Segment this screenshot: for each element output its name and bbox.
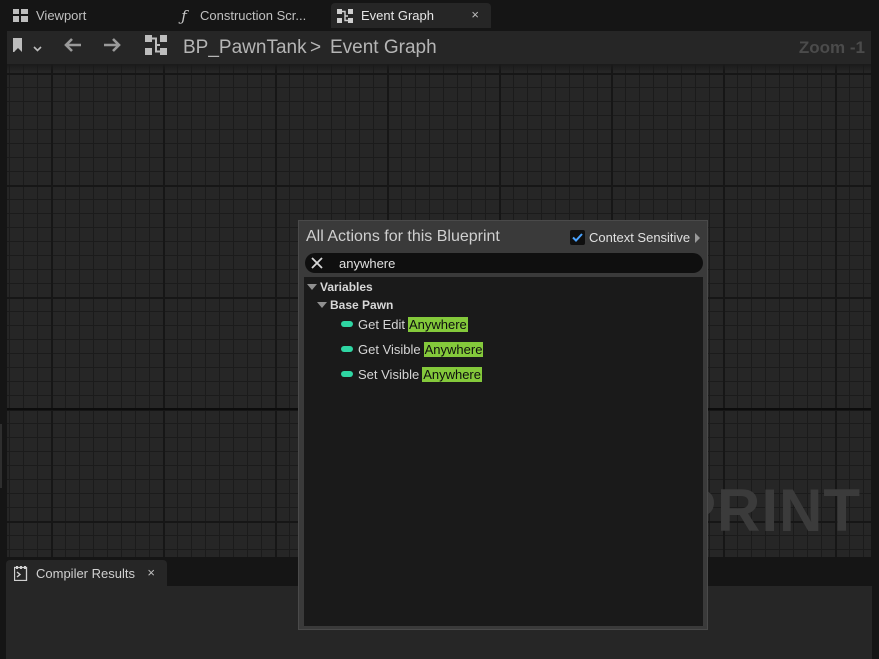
close-icon[interactable]: × — [147, 565, 155, 580]
zoom-level: Zoom -1 — [798, 38, 865, 57]
category-base-pawn[interactable]: Base Pawn — [317, 298, 393, 312]
tab-viewport[interactable]: Viewport — [6, 3, 166, 28]
category-label: Variables — [320, 280, 373, 294]
context-sensitive-toggle[interactable]: Context Sensitive — [570, 230, 701, 245]
variable-pin-icon — [341, 321, 353, 327]
forward-button[interactable] — [102, 31, 122, 64]
item-label: Set Visible — [358, 366, 420, 382]
tab-compiler-results-label: Compiler Results — [36, 565, 135, 581]
action-menu-popup: All Actions for this Blueprint Context S… — [298, 220, 708, 630]
checkmark-icon — [572, 233, 583, 242]
tab-construction-script[interactable]: ƒ Construction Scr... — [170, 3, 326, 28]
item-label: Get Visible — [358, 341, 421, 357]
tab-construction-script-label: Construction Scr... — [200, 8, 307, 23]
item-label: Get Edit — [358, 316, 405, 332]
context-sensitive-checkbox[interactable] — [570, 230, 585, 245]
list-item-set-visible-anywhere[interactable]: Set Visible Anywhere — [341, 365, 482, 383]
category-variables[interactable]: Variables — [307, 280, 373, 294]
bookmark-icon — [13, 37, 27, 58]
graph-type-icon-wrap — [145, 31, 167, 64]
action-list[interactable]: Variables Base Pawn Get Edit Anywhere Ge… — [304, 277, 703, 626]
search-match-highlight: Anywhere — [422, 366, 482, 382]
bookmark-dropdown[interactable] — [13, 31, 42, 64]
arrow-right-icon — [102, 37, 122, 58]
search-input[interactable] — [339, 255, 679, 271]
search-match-highlight: Anywhere — [407, 316, 468, 332]
canvas-top-shadow — [7, 64, 871, 72]
graph-icon — [337, 8, 353, 24]
function-icon: ƒ — [181, 6, 187, 25]
search-box — [305, 253, 703, 273]
tab-event-graph-label: Event Graph — [361, 8, 434, 23]
graph-toolbar: BP_PawnTank > Event Graph Zoom -1 — [7, 31, 871, 64]
tab-viewport-label: Viewport — [36, 8, 87, 23]
expand-triangle-icon — [317, 302, 327, 308]
variable-pin-icon — [341, 371, 353, 377]
compiler-results-icon — [13, 566, 28, 582]
expand-triangle-icon — [307, 284, 317, 290]
grid-icon — [12, 8, 28, 24]
list-item-get-edit-anywhere[interactable]: Get Edit Anywhere — [341, 315, 468, 333]
left-edge-handle[interactable] — [0, 424, 2, 488]
popup-title: All Actions for this Blueprint — [306, 228, 500, 245]
context-sensitive-label: Context Sensitive — [589, 230, 691, 245]
tab-event-graph[interactable]: Event Graph × — [331, 3, 491, 28]
tab-compiler-results[interactable]: Compiler Results × — [6, 560, 167, 586]
list-item-get-visible-anywhere[interactable]: Get Visible Anywhere — [341, 340, 484, 358]
breadcrumb-blueprint[interactable]: BP_PawnTank — [183, 31, 307, 64]
clear-search-icon[interactable] — [308, 254, 326, 272]
breadcrumb-graph: Event Graph — [330, 36, 437, 58]
back-button[interactable] — [63, 31, 83, 64]
search-match-highlight: Anywhere — [423, 341, 484, 357]
close-icon[interactable]: × — [471, 7, 479, 22]
chevron-down-icon — [33, 39, 42, 57]
graph-icon — [145, 35, 167, 60]
document-tab-bar: Viewport ƒ Construction Scr... Event Gra… — [0, 0, 879, 31]
arrow-left-icon — [63, 37, 83, 58]
variable-pin-icon — [341, 346, 353, 352]
breadcrumb-separator: > — [310, 36, 322, 58]
expand-arrow-icon[interactable] — [695, 232, 701, 243]
category-label: Base Pawn — [330, 298, 394, 312]
